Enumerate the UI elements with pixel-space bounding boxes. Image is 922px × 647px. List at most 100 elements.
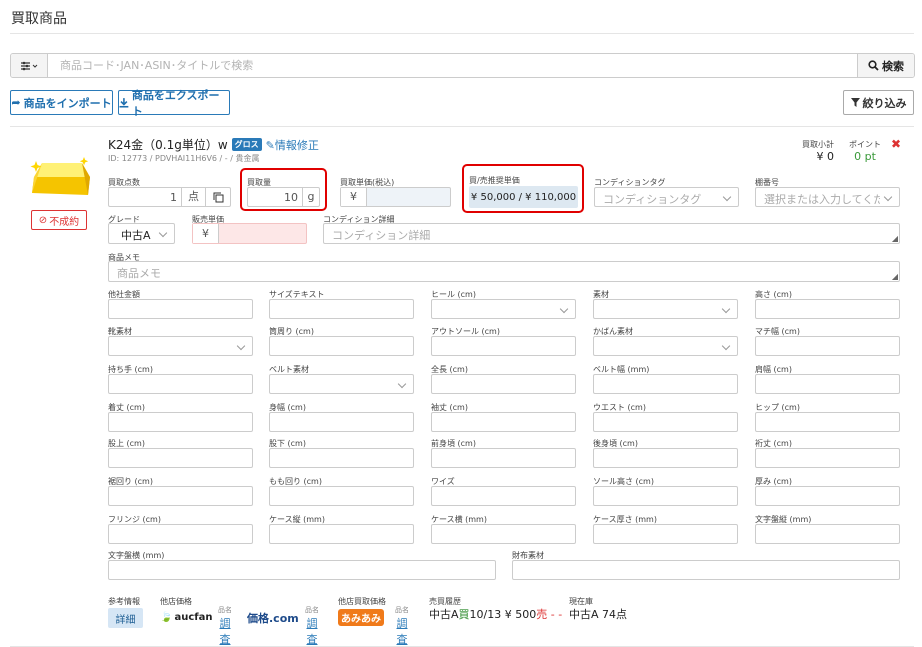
edit-info-link[interactable]: ✎情報修正: [266, 137, 319, 153]
attribute-input[interactable]: [108, 524, 253, 544]
copy-button[interactable]: [205, 188, 230, 206]
remove-icon[interactable]: ✖: [891, 137, 901, 151]
search-input[interactable]: [48, 54, 857, 77]
attribute-input[interactable]: [755, 524, 900, 544]
history-grade: 中古A: [429, 608, 459, 621]
attribute-input[interactable]: [755, 299, 900, 319]
amiami-logo[interactable]: あみあみ: [338, 609, 384, 626]
history-price: ¥ 500: [504, 608, 537, 621]
resize-handle-icon[interactable]: ◢: [892, 272, 898, 281]
count-input[interactable]: [109, 188, 181, 206]
amiami-search[interactable]: 品名 調査: [392, 605, 412, 647]
aucfan-logo-text: aucfan: [174, 612, 213, 623]
attribute-input[interactable]: [431, 524, 576, 544]
attribute-input[interactable]: [108, 486, 253, 506]
attribute-input[interactable]: [108, 374, 253, 394]
filter-button-label: 絞り込み: [862, 96, 907, 110]
attribute-input[interactable]: [593, 374, 738, 394]
attribute-input[interactable]: [108, 299, 253, 319]
sale-price-field[interactable]: ¥: [192, 223, 307, 244]
ref-info-label: 参考情報: [108, 597, 140, 606]
ban-icon: ⊘: [38, 214, 48, 226]
attribute-input[interactable]: [269, 299, 414, 319]
export-button-label: 商品をエクスポート: [131, 88, 220, 118]
subtotal-value: ¥ 0: [816, 150, 835, 163]
points-label: ポイント: [849, 140, 881, 149]
attribute-select[interactable]: [269, 374, 414, 394]
status-badge-label: 不成約: [49, 216, 80, 228]
search-filter-dropdown[interactable]: [11, 54, 48, 77]
attribute-input[interactable]: [593, 524, 738, 544]
memo-textarea[interactable]: 商品メモ ◢: [108, 261, 900, 282]
wallet-material-input[interactable]: [512, 560, 900, 580]
attribute-input[interactable]: [431, 448, 576, 468]
kakaku-logo[interactable]: 価格.com: [247, 610, 299, 626]
attribute-input[interactable]: [269, 524, 414, 544]
weight-input[interactable]: [248, 188, 302, 206]
attribute-input[interactable]: [269, 336, 414, 356]
kakaku-search-link[interactable]: 調査: [302, 615, 322, 647]
attribute-input[interactable]: [755, 448, 900, 468]
grade-select[interactable]: 中古A: [108, 223, 175, 244]
attribute-select[interactable]: [593, 336, 738, 356]
attribute-input[interactable]: [593, 412, 738, 432]
attribute-input[interactable]: [431, 412, 576, 432]
share-arrow-icon: ➦: [11, 96, 21, 109]
attribute-input[interactable]: [755, 486, 900, 506]
attribute-input[interactable]: [269, 412, 414, 432]
filter-button[interactable]: 絞り込み: [843, 90, 914, 115]
kakaku-search[interactable]: 品名 調査: [302, 605, 322, 647]
amiami-search-link[interactable]: 調査: [392, 615, 412, 647]
attribute-select[interactable]: [593, 299, 738, 319]
product-title-row: K24金（0.1g単位）w グロス ✎情報修正: [108, 136, 319, 153]
attribute-input[interactable]: [431, 374, 576, 394]
history-buy-marker: 買: [458, 608, 470, 621]
dial-width-input[interactable]: [108, 560, 496, 580]
resize-handle-icon[interactable]: ◢: [892, 234, 898, 243]
sale-price-currency: ¥: [193, 224, 219, 243]
history-sell-marker: 売: [536, 608, 548, 621]
condition-detail-placeholder: コンディション詳細: [332, 229, 431, 242]
funnel-icon: [850, 98, 860, 107]
item-name-small: 品名: [305, 606, 319, 614]
aucfan-search[interactable]: 品名 調査: [215, 605, 235, 647]
attribute-input[interactable]: [755, 374, 900, 394]
points-value: 0 pt: [854, 150, 876, 163]
shelf-select[interactable]: 選択または入力してください: [755, 187, 900, 207]
attribute-input[interactable]: [755, 336, 900, 356]
export-button[interactable]: 商品をエクスポート: [118, 89, 230, 118]
attribute-input[interactable]: [755, 412, 900, 432]
page-title: 買取商品: [11, 11, 67, 27]
gold-bar-icon: [30, 157, 90, 195]
product-name: K24金（0.1g単位）w: [108, 138, 228, 152]
history-dash: - -: [550, 608, 563, 621]
import-button-label: 商品をインポート: [23, 96, 112, 110]
attribute-input[interactable]: [431, 336, 576, 356]
attribute-input[interactable]: [269, 486, 414, 506]
attribute-select[interactable]: [431, 299, 576, 319]
detail-button[interactable]: 詳細: [108, 608, 143, 628]
import-button[interactable]: ➦ 商品をインポート: [10, 90, 113, 115]
copy-icon: [213, 192, 223, 202]
condition-detail-textarea[interactable]: コンディション詳細 ◢: [323, 223, 900, 244]
attribute-select[interactable]: [108, 336, 253, 356]
attribute-input[interactable]: [108, 412, 253, 432]
count-unit: 点: [181, 188, 205, 206]
status-badge: ⊘ 不成約: [31, 210, 87, 230]
stock-value: 中古A 74点: [569, 608, 628, 621]
points-block: ポイント 0 pt: [848, 139, 882, 163]
download-icon: [119, 97, 129, 108]
other-buy-label: 他店買取価格: [338, 597, 386, 606]
attribute-input[interactable]: [269, 448, 414, 468]
search-button-label: 検索: [882, 59, 904, 73]
condition-tag-select[interactable]: コンディションタグ: [594, 187, 739, 207]
attribute-input[interactable]: [108, 448, 253, 468]
search-button[interactable]: 検索: [857, 54, 914, 77]
unit-price-field[interactable]: ¥: [340, 187, 451, 207]
aucfan-search-link[interactable]: 調査: [215, 615, 235, 647]
attribute-input[interactable]: [593, 448, 738, 468]
attribute-input[interactable]: [431, 486, 576, 506]
attribute-input[interactable]: [593, 486, 738, 506]
aucfan-logo[interactable]: 🍃 aucfan: [160, 612, 212, 623]
item-name-small: 品名: [395, 606, 409, 614]
